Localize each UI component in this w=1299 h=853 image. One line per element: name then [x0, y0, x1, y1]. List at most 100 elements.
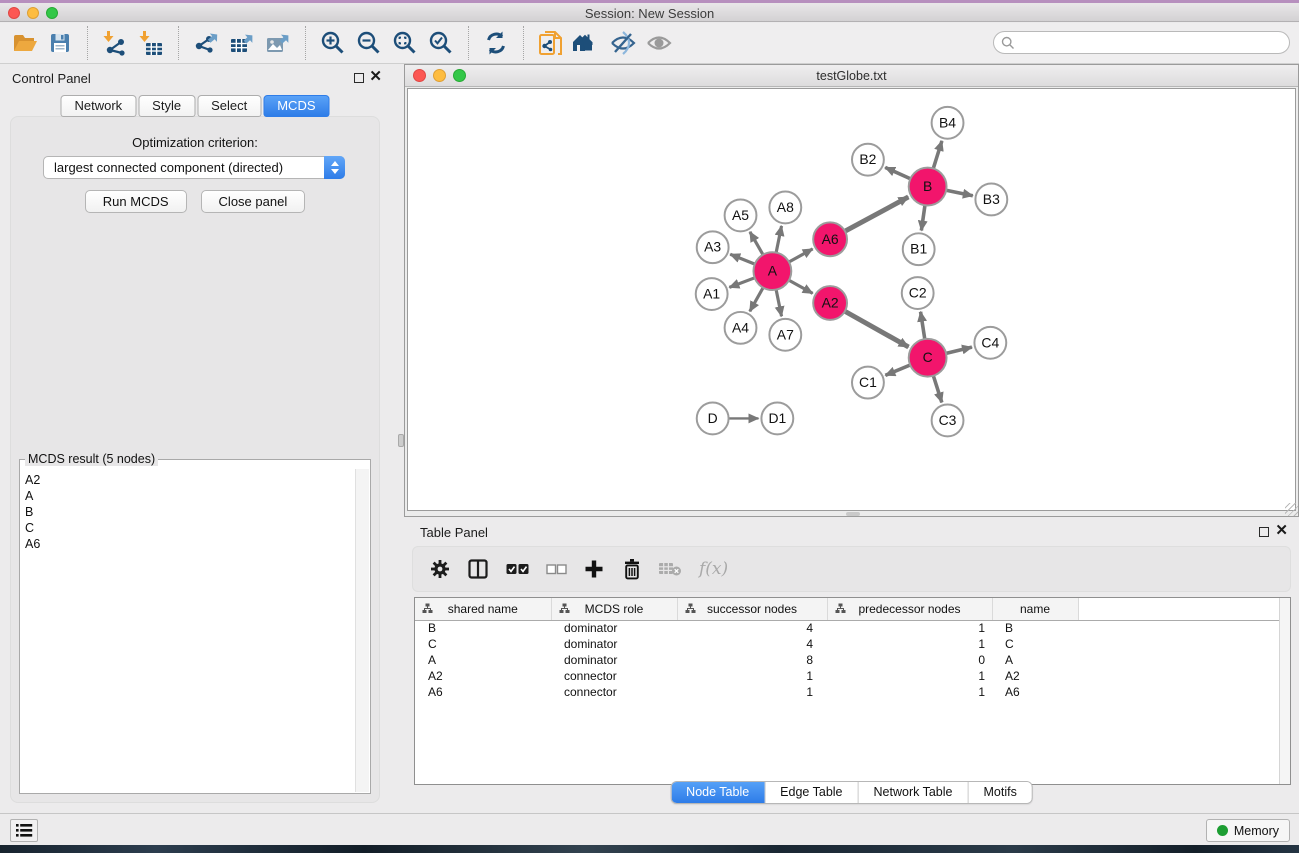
- delete-table-icon[interactable]: [658, 561, 682, 577]
- graph-edge-A-A2[interactable]: [789, 280, 813, 293]
- table-cell[interactable]: B: [992, 620, 1078, 636]
- refresh-icon[interactable]: [478, 25, 514, 61]
- table-row[interactable]: A2connector11A2: [415, 668, 1281, 684]
- table-cell[interactable]: 0: [827, 652, 992, 668]
- table-cell[interactable]: 1: [827, 684, 992, 700]
- graph-node-B1[interactable]: B1: [903, 233, 935, 265]
- float-table-panel-icon[interactable]: [1259, 527, 1269, 537]
- table-cell[interactable]: 1: [677, 684, 827, 700]
- table-cell[interactable]: A: [992, 652, 1078, 668]
- float-panel-icon[interactable]: [354, 73, 364, 83]
- graph-node-C3[interactable]: C3: [932, 405, 964, 437]
- graph-node-A7[interactable]: A7: [769, 319, 801, 351]
- graph-edge-C-C4[interactable]: [946, 347, 972, 353]
- zoom-out-icon[interactable]: [351, 25, 387, 61]
- network-window-titlebar[interactable]: testGlobe.txt: [405, 65, 1298, 87]
- zoom-selected-icon[interactable]: [423, 25, 459, 61]
- table-cell[interactable]: dominator: [551, 636, 677, 652]
- resize-grip-icon[interactable]: [1285, 503, 1298, 516]
- graph-node-A2[interactable]: A2: [813, 286, 847, 320]
- export-table-icon[interactable]: [224, 25, 260, 61]
- export-network-icon[interactable]: [188, 25, 224, 61]
- save-session-icon[interactable]: [42, 25, 78, 61]
- table-row[interactable]: A6connector11A6: [415, 684, 1281, 700]
- network-graph[interactable]: B4B2BB3A5A8A6B1A3AC2A1A2A4A7C4CC1C3DD1: [408, 89, 1295, 510]
- select-all-checkboxes-icon[interactable]: [506, 563, 529, 575]
- close-table-panel-icon[interactable]: ✕: [1275, 521, 1288, 539]
- graph-edge-B-B4[interactable]: [933, 141, 942, 169]
- tab-mcds[interactable]: MCDS: [263, 95, 329, 117]
- mcds-result-item[interactable]: A: [25, 488, 355, 504]
- table-cell[interactable]: A6: [992, 684, 1078, 700]
- graph-node-D1[interactable]: D1: [761, 403, 793, 435]
- column-header-mcds-role[interactable]: MCDS role: [551, 598, 677, 620]
- graph-node-B2[interactable]: B2: [852, 144, 884, 176]
- close-panel-icon[interactable]: ✕: [369, 67, 382, 85]
- graph-edge-C-C1[interactable]: [885, 365, 910, 375]
- graph-node-C2[interactable]: C2: [902, 277, 934, 309]
- graph-node-C[interactable]: C: [909, 339, 947, 377]
- table-cell[interactable]: A6: [415, 684, 551, 700]
- zoom-in-icon[interactable]: [315, 25, 351, 61]
- graph-node-C1[interactable]: C1: [852, 367, 884, 399]
- table-cell[interactable]: A2: [992, 668, 1078, 684]
- table-cell[interactable]: C: [415, 636, 551, 652]
- network-canvas[interactable]: B4B2BB3A5A8A6B1A3AC2A1A2A4A7C4CC1C3DD1: [407, 88, 1296, 511]
- graph-edge-B-B3[interactable]: [946, 190, 973, 195]
- table-scrollbar[interactable]: [1279, 598, 1290, 784]
- graph-node-A1[interactable]: A1: [696, 278, 728, 310]
- tab-network-table[interactable]: Network Table: [859, 782, 969, 803]
- graph-edge-A-A1[interactable]: [729, 278, 754, 288]
- open-session-icon[interactable]: [6, 25, 42, 61]
- table-cell[interactable]: 1: [827, 668, 992, 684]
- clone-network-icon[interactable]: [533, 25, 569, 61]
- column-header-shared-name[interactable]: shared name: [415, 598, 551, 620]
- add-column-icon[interactable]: [584, 559, 604, 579]
- settings-gear-icon[interactable]: [430, 559, 450, 579]
- import-network-icon[interactable]: [97, 25, 133, 61]
- criterion-select[interactable]: largest connected component (directed): [43, 156, 345, 179]
- graph-node-A8[interactable]: A8: [769, 192, 801, 224]
- table-cell[interactable]: 8: [677, 652, 827, 668]
- graph-node-D[interactable]: D: [697, 403, 729, 435]
- mcds-result-item[interactable]: C: [25, 520, 355, 536]
- search-input[interactable]: [1020, 36, 1289, 50]
- zoom-fit-icon[interactable]: [387, 25, 423, 61]
- graph-node-A4[interactable]: A4: [725, 312, 757, 344]
- tab-node-table[interactable]: Node Table: [671, 782, 765, 803]
- graph-edge-A-A6[interactable]: [789, 249, 813, 262]
- table-cell[interactable]: 4: [677, 620, 827, 636]
- graph-node-B4[interactable]: B4: [932, 107, 964, 139]
- graph-edge-B-B1[interactable]: [921, 205, 925, 230]
- column-header-successor-nodes[interactable]: successor nodes: [677, 598, 827, 620]
- table-cell[interactable]: 4: [677, 636, 827, 652]
- table-cell[interactable]: dominator: [551, 652, 677, 668]
- tab-style[interactable]: Style: [138, 95, 195, 117]
- table-row[interactable]: Bdominator41B: [415, 620, 1281, 636]
- table-cell[interactable]: A: [415, 652, 551, 668]
- graph-edge-A6-B[interactable]: [845, 197, 908, 231]
- result-scrollbar[interactable]: [355, 469, 369, 792]
- graph-edge-A-A7[interactable]: [776, 290, 781, 317]
- graph-node-B3[interactable]: B3: [975, 184, 1007, 216]
- tab-select[interactable]: Select: [197, 95, 261, 117]
- graph-node-B[interactable]: B: [909, 168, 947, 206]
- show-overview-icon[interactable]: [569, 25, 605, 61]
- memory-button[interactable]: Memory: [1206, 819, 1290, 842]
- table-row[interactable]: Cdominator41C: [415, 636, 1281, 652]
- graph-node-A3[interactable]: A3: [697, 231, 729, 263]
- mcds-result-item[interactable]: A2: [25, 472, 355, 488]
- table-cell[interactable]: connector: [551, 684, 677, 700]
- import-table-icon[interactable]: [133, 25, 169, 61]
- table-row[interactable]: Adominator80A: [415, 652, 1281, 668]
- graph-edge-C-C2[interactable]: [921, 312, 925, 339]
- table-cell[interactable]: 1: [827, 620, 992, 636]
- tab-network[interactable]: Network: [60, 95, 136, 117]
- deselect-all-checkboxes-icon[interactable]: [546, 564, 567, 575]
- tab-motifs[interactable]: Motifs: [968, 782, 1031, 803]
- mcds-result-item[interactable]: B: [25, 504, 355, 520]
- search-field[interactable]: [993, 31, 1290, 54]
- task-history-button[interactable]: [10, 819, 38, 842]
- table-cell[interactable]: 1: [677, 668, 827, 684]
- column-header-name[interactable]: name: [992, 598, 1078, 620]
